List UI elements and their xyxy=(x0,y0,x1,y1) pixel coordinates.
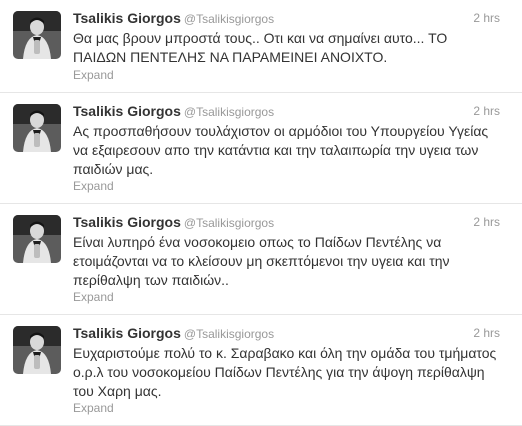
tweet-timeline: Tsalikis Giorgos @Tsalikisgiorgos 2 hrs Θ… xyxy=(0,0,522,426)
avatar[interactable] xyxy=(13,215,61,263)
author-name[interactable]: Tsalikis Giorgos xyxy=(73,325,181,341)
author-handle[interactable]: @Tsalikisgiorgos xyxy=(184,327,274,341)
tweet-header: Tsalikis Giorgos @Tsalikisgiorgos 2 hrs xyxy=(73,325,512,343)
expand-link[interactable]: Expand xyxy=(73,401,114,415)
tweet-item[interactable]: Tsalikis Giorgos @Tsalikisgiorgos 2 hrs Ε… xyxy=(0,204,522,315)
expand-link[interactable]: Expand xyxy=(73,68,114,82)
expand-link[interactable]: Expand xyxy=(73,179,114,193)
tweet-text: Ευχαριστούμε πολύ το κ. Σαραβακο και όλη… xyxy=(73,345,497,399)
author-name[interactable]: Tsalikis Giorgos xyxy=(73,103,181,119)
tweet-item[interactable]: Tsalikis Giorgos @Tsalikisgiorgos 2 hrs Θ… xyxy=(0,0,522,93)
avatar[interactable] xyxy=(13,326,61,374)
author-handle[interactable]: @Tsalikisgiorgos xyxy=(184,216,274,230)
author-name[interactable]: Tsalikis Giorgos xyxy=(73,10,181,26)
tweet-timestamp[interactable]: 2 hrs xyxy=(473,215,500,229)
author-handle[interactable]: @Tsalikisgiorgos xyxy=(184,12,274,26)
avatar[interactable] xyxy=(13,104,61,152)
expand-link[interactable]: Expand xyxy=(73,290,114,304)
tweet-header: Tsalikis Giorgos @Tsalikisgiorgos 2 hrs xyxy=(73,103,512,121)
tweet-text: Είναι λυπηρό ένα νοσοκομειο οπως το Παίδ… xyxy=(73,234,450,288)
tweet-text: Θα μας βρουν μπροστά τους.. Οτι και να σ… xyxy=(73,30,448,65)
avatar[interactable] xyxy=(13,11,61,59)
tweet-timestamp[interactable]: 2 hrs xyxy=(473,326,500,340)
tweet-text: Ας προσπαθήσουν τουλάχιστον οι αρμόδιοι … xyxy=(73,123,489,177)
author-name[interactable]: Tsalikis Giorgos xyxy=(73,214,181,230)
author-handle[interactable]: @Tsalikisgiorgos xyxy=(184,105,274,119)
tweet-header: Tsalikis Giorgos @Tsalikisgiorgos 2 hrs xyxy=(73,214,512,232)
tweet-item[interactable]: Tsalikis Giorgos @Tsalikisgiorgos 2 hrs Ε… xyxy=(0,315,522,426)
tweet-timestamp[interactable]: 2 hrs xyxy=(473,104,500,118)
tweet-item[interactable]: Tsalikis Giorgos @Tsalikisgiorgos 2 hrs Α… xyxy=(0,93,522,204)
tweet-timestamp[interactable]: 2 hrs xyxy=(473,11,500,25)
tweet-header: Tsalikis Giorgos @Tsalikisgiorgos 2 hrs xyxy=(73,10,512,28)
